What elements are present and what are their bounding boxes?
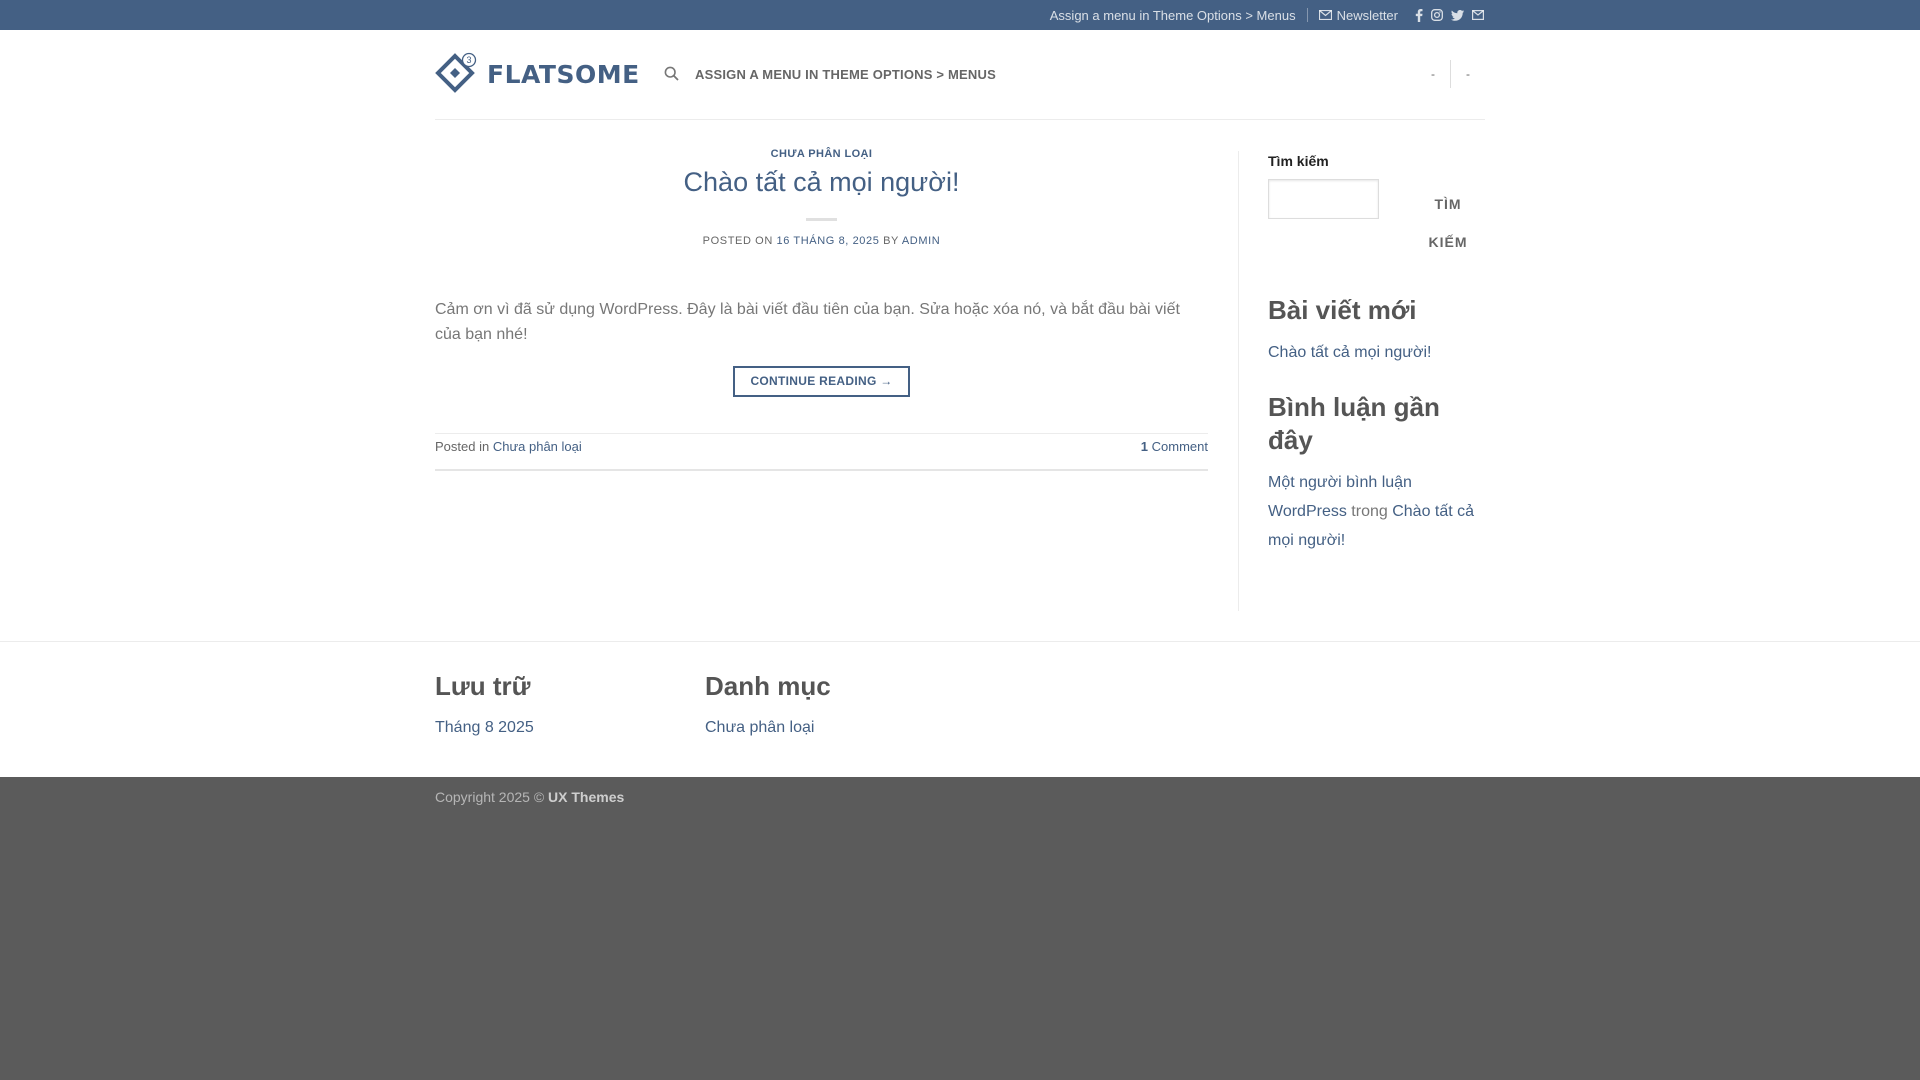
title-divider [806, 218, 837, 221]
archive-link[interactable]: Tháng 8 2025 [435, 719, 534, 737]
top-bar-divider [1306, 8, 1308, 22]
newsletter-label: Newsletter [1336, 7, 1398, 23]
copyright: Copyright 2025 © UX Themes [435, 789, 624, 805]
category-link[interactable]: Chưa phân loại [705, 719, 814, 737]
twitter-icon[interactable] [1451, 9, 1464, 21]
post-date-link[interactable]: 16 THÁNG 8, 2025 [777, 235, 880, 247]
header-right-item-2[interactable]: - [1451, 67, 1485, 81]
site-logo[interactable]: 3 FLATSOME [435, 52, 640, 96]
search-label: Tìm kiếm [1268, 153, 1329, 169]
categories-title: Danh mục [705, 671, 831, 701]
main-content: CHƯA PHÂN LOẠI Chào tất cả mọi người! PO… [0, 121, 1920, 641]
search-button[interactable]: TÌM KIẾM [1393, 185, 1503, 261]
post-meta: POSTED ON 16 THÁNG 8, 2025 BY ADMIN [435, 235, 1208, 247]
post-footer-meta: Posted in Chưa phân loại 1 Comment [435, 433, 1208, 471]
comments-count: 1 [1140, 439, 1149, 454]
newsletter-link[interactable]: Newsletter [1318, 7, 1398, 23]
recent-post-link[interactable]: Chào tất cả mọi người! [1268, 338, 1432, 367]
recent-posts-title: Bài viết mới [1268, 295, 1417, 325]
comment-author-link[interactable]: Một người bình luận [1268, 474, 1412, 491]
comments-label: Comment [1151, 439, 1208, 454]
comment-author-link-2[interactable]: WordPress [1268, 503, 1347, 520]
copyright-brand: UX Themes [548, 789, 625, 805]
posted-in-category-link[interactable]: Chưa phân loại [493, 439, 582, 454]
search-button-line1: TÌM [1434, 196, 1462, 212]
header-right-item-1[interactable]: - [1416, 67, 1450, 81]
footer-widgets: Lưu trữ Tháng 8 2025 Danh mục Chưa phân … [0, 641, 1920, 777]
search-icon[interactable] [664, 66, 679, 81]
recent-comments-title-line1: Bình luận gần [1268, 392, 1440, 422]
comment-post-link[interactable]: Chào tất cả [1392, 503, 1474, 520]
posted-in-label: Posted in [435, 439, 490, 454]
facebook-icon[interactable] [1415, 8, 1423, 22]
posted-in: Posted in Chưa phân loại [435, 434, 582, 460]
search-input[interactable] [1268, 179, 1379, 219]
comment-in: trong [1351, 503, 1388, 520]
archives-title: Lưu trữ [435, 671, 531, 701]
header-right-nav: - - [1416, 60, 1485, 88]
post-category[interactable]: CHƯA PHÂN LOẠI [435, 148, 1208, 160]
sidebar-divider [1238, 151, 1239, 611]
search-button-line2: KIẾM [1428, 234, 1468, 250]
envelope-icon[interactable] [1472, 10, 1484, 20]
post-title[interactable]: Chào tất cả mọi người! [435, 167, 1208, 198]
copyright-text: Copyright 2025 © [435, 789, 545, 805]
post-excerpt: Cảm ơn vì đã sử dụng WordPress. Đây là b… [435, 301, 1180, 343]
meta-prefix: POSTED ON [702, 235, 773, 247]
recent-comment-item: Một người bình luận WordPress trong Chào… [1268, 468, 1485, 555]
meta-by: BY [883, 235, 899, 247]
logo-mark-icon: 3 [435, 52, 477, 93]
social-icons [1415, 8, 1484, 22]
top-bar-right: Assign a menu in Theme Options > Menus N… [1050, 0, 1484, 30]
top-bar: Assign a menu in Theme Options > Menus N… [0, 0, 1920, 30]
logo-text: FLATSOME [487, 59, 640, 89]
envelope-icon [1318, 10, 1332, 20]
site-header: 3 FLATSOME ASSIGN A MENU IN THEME OPTION… [0, 30, 1920, 121]
continue-reading-button[interactable]: CONTINUE READING → [733, 366, 910, 397]
header-nav-link[interactable]: ASSIGN A MENU IN THEME OPTIONS > MENUS [695, 67, 996, 82]
recent-comments-title: Bình luận gần đây [1268, 391, 1440, 457]
comment-post-link-2[interactable]: mọi người! [1268, 532, 1345, 549]
comments-link[interactable]: 1 Comment [1141, 434, 1208, 460]
logo-badge: 3 [466, 55, 471, 65]
header-inner: 3 FLATSOME ASSIGN A MENU IN THEME OPTION… [435, 30, 1485, 120]
post-author-link[interactable]: ADMIN [902, 235, 940, 247]
top-menu-link[interactable]: Assign a menu in Theme Options > Menus [1050, 8, 1296, 23]
recent-comments-title-line2: đây [1268, 425, 1313, 455]
instagram-icon[interactable] [1431, 9, 1443, 21]
